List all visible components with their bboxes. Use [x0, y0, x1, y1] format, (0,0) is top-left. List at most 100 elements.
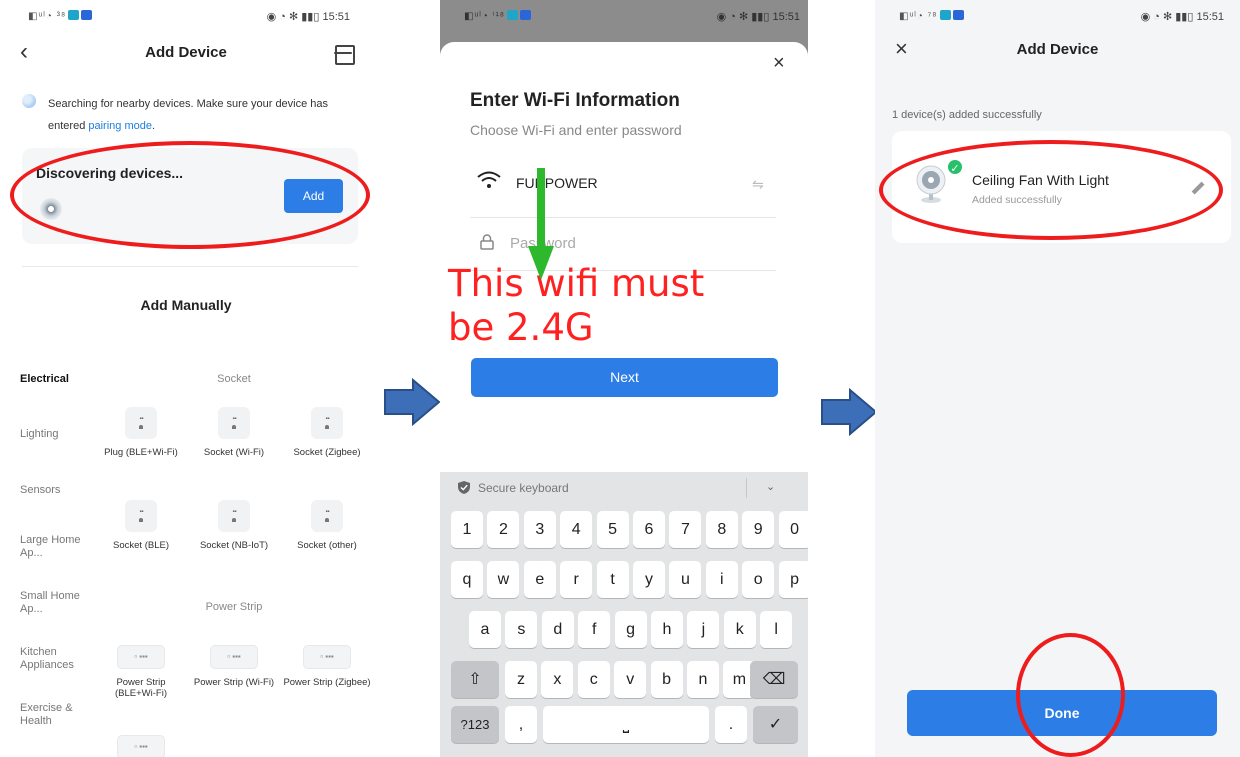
tile-power-strip-zigbee[interactable]: ▫ ▪▪▪ Power Strip (Zigbee) [282, 645, 372, 688]
section-power-strip: Power Strip [205, 601, 263, 613]
tile-socket-zigbee[interactable]: Socket (Zigbee) [282, 407, 372, 458]
search-hint: Searching for nearby devices. Make sure … [48, 93, 358, 137]
switch-network-icon[interactable]: ⇋ [752, 176, 764, 193]
key-2[interactable]: 2 [487, 511, 520, 548]
backspace-key[interactable]: ⌫ [750, 661, 798, 698]
key-a[interactable]: a [469, 611, 501, 648]
keyboard-divider [746, 478, 747, 498]
pointer-arrow-icon [528, 168, 554, 280]
socket-icon [311, 407, 343, 439]
status-left: ◧ᵘˡ◔ ⁱ¹⁸ [464, 10, 531, 22]
key-k[interactable]: k [723, 611, 756, 648]
key-j[interactable]: j [687, 611, 720, 648]
key-c[interactable]: c [577, 661, 610, 698]
key-7[interactable]: 7 [669, 511, 702, 548]
key-9[interactable]: 9 [742, 511, 775, 548]
status-right: ◉ ◔ ✻ ▮▮▯ 15:51 [266, 11, 350, 23]
space-key[interactable]: ⎵ [543, 706, 709, 743]
wifi-icon [477, 171, 501, 188]
next-button[interactable]: Next [471, 358, 778, 397]
shield-icon [458, 481, 470, 494]
search-hint-end: . [151, 120, 156, 132]
key-5[interactable]: 5 [596, 511, 629, 548]
category-kitchen-appliances[interactable]: Kitchen Appliances [20, 646, 82, 672]
mode-switch-key[interactable]: ?123 [451, 706, 499, 743]
status-left: ◧ᵘˡ◔ ⁷⁸ [899, 10, 964, 22]
key-w[interactable]: w [487, 561, 520, 598]
key-r[interactable]: r [560, 561, 593, 598]
status-bar: ◧ᵘˡ◔ ³⁸ ◉ ◔ ✻ ▮▮▯ 15:51 [0, 0, 372, 30]
key-h[interactable]: h [651, 611, 683, 648]
key-1[interactable]: 1 [451, 511, 483, 548]
tile-socket-ble[interactable]: Socket (BLE) [96, 500, 186, 551]
wifi-info-screen: ◧ᵘˡ◔ ⁱ¹⁸ ◉ ◔ ✻ ▮▮▯ 15:51 × Enter Wi-Fi I… [440, 0, 808, 757]
key-0[interactable]: 0 [778, 511, 808, 548]
period-key[interactable]: . [715, 706, 747, 743]
section-socket: Socket [217, 373, 251, 385]
scan-icon[interactable] [334, 44, 355, 65]
power-strip-icon: ▫ ▪▪▪ [117, 645, 165, 669]
close-icon[interactable]: × [773, 52, 785, 75]
status-right: ◉ ◔ ✻ ▮▮▯ 15:51 [1140, 11, 1224, 23]
tile-power-strip-ble-wifi[interactable]: ▫ ▪▪▪ Power Strip (BLE+Wi-Fi) [96, 645, 186, 699]
tile-plug-ble-wifi[interactable]: Plug (BLE+Wi-Fi) [96, 407, 186, 458]
category-large-home-appliances[interactable]: Large Home Ap... [20, 534, 82, 560]
category-sensors[interactable]: Sensors [20, 484, 100, 497]
key-q[interactable]: q [451, 561, 483, 598]
sheet-title: Enter Wi-Fi Information [470, 90, 680, 111]
key-b[interactable]: b [650, 661, 683, 698]
tile-power-strip-more[interactable]: ▫ ▪▪▪ [96, 735, 186, 757]
page-title: Add Device [1016, 41, 1099, 58]
key-z[interactable]: z [505, 661, 537, 698]
collapse-keyboard-icon[interactable]: ⌄ [766, 480, 775, 493]
key-o[interactable]: o [742, 561, 775, 598]
tile-socket-other[interactable]: Socket (other) [282, 500, 372, 551]
key-i[interactable]: i [705, 561, 738, 598]
key-g[interactable]: g [614, 611, 647, 648]
category-lighting[interactable]: Lighting [20, 428, 100, 441]
divider [22, 266, 358, 267]
tile-socket-nbiot[interactable]: Socket (NB-IoT) [189, 500, 279, 551]
key-4[interactable]: 4 [560, 511, 593, 548]
key-p[interactable]: p [778, 561, 808, 598]
wifi-annotation: This wifi must be 2.4G [448, 262, 705, 349]
socket-icon [218, 407, 250, 439]
added-count: 1 device(s) added successfully [892, 109, 1042, 121]
tile-label: Power Strip (BLE+Wi-Fi) [115, 677, 167, 699]
tile-label: Power Strip (Wi-Fi) [193, 677, 275, 688]
highlight-ring-device [879, 140, 1223, 240]
sheet-subtitle: Choose Wi-Fi and enter password [470, 122, 682, 138]
status-left: ◧ᵘˡ◔ ³⁸ [28, 10, 93, 22]
socket-icon [218, 500, 250, 532]
key-3[interactable]: 3 [523, 511, 556, 548]
key-t[interactable]: t [596, 561, 629, 598]
tile-socket-wifi[interactable]: Socket (Wi-Fi) [189, 407, 279, 458]
key-f[interactable]: f [578, 611, 611, 648]
category-exercise-health[interactable]: Exercise & Health [20, 702, 82, 728]
key-d[interactable]: d [541, 611, 574, 648]
category-small-home-appliances[interactable]: Small Home Ap... [20, 590, 82, 616]
key-s[interactable]: s [505, 611, 538, 648]
category-electrical[interactable]: Electrical [20, 373, 100, 386]
tile-label: Power Strip (Zigbee) [283, 677, 371, 688]
next-step-arrow-icon [821, 388, 878, 436]
key-6[interactable]: 6 [633, 511, 665, 548]
key-u[interactable]: u [669, 561, 702, 598]
comma-key[interactable]: , [505, 706, 537, 743]
key-v[interactable]: v [614, 661, 647, 698]
key-e[interactable]: e [523, 561, 556, 598]
key-x[interactable]: x [541, 661, 574, 698]
enter-key[interactable]: ✓ [753, 706, 798, 743]
socket-icon [125, 500, 157, 532]
shift-key[interactable]: ⇧ [451, 661, 499, 698]
key-l[interactable]: l [760, 611, 793, 648]
socket-icon [311, 500, 343, 532]
key-n[interactable]: n [687, 661, 719, 698]
tile-label: Plug (BLE+Wi-Fi) [104, 447, 178, 458]
key-8[interactable]: 8 [705, 511, 738, 548]
key-y[interactable]: y [633, 561, 665, 598]
tile-power-strip-wifi[interactable]: ▫ ▪▪▪ Power Strip (Wi-Fi) [189, 645, 279, 688]
pairing-mode-link[interactable]: pairing mode [88, 120, 152, 132]
status-bar: ◧ᵘˡ◔ ⁱ¹⁸ ◉ ◔ ✻ ▮▮▯ 15:51 [440, 0, 808, 30]
tile-label: Socket (NB-IoT) [199, 540, 269, 551]
